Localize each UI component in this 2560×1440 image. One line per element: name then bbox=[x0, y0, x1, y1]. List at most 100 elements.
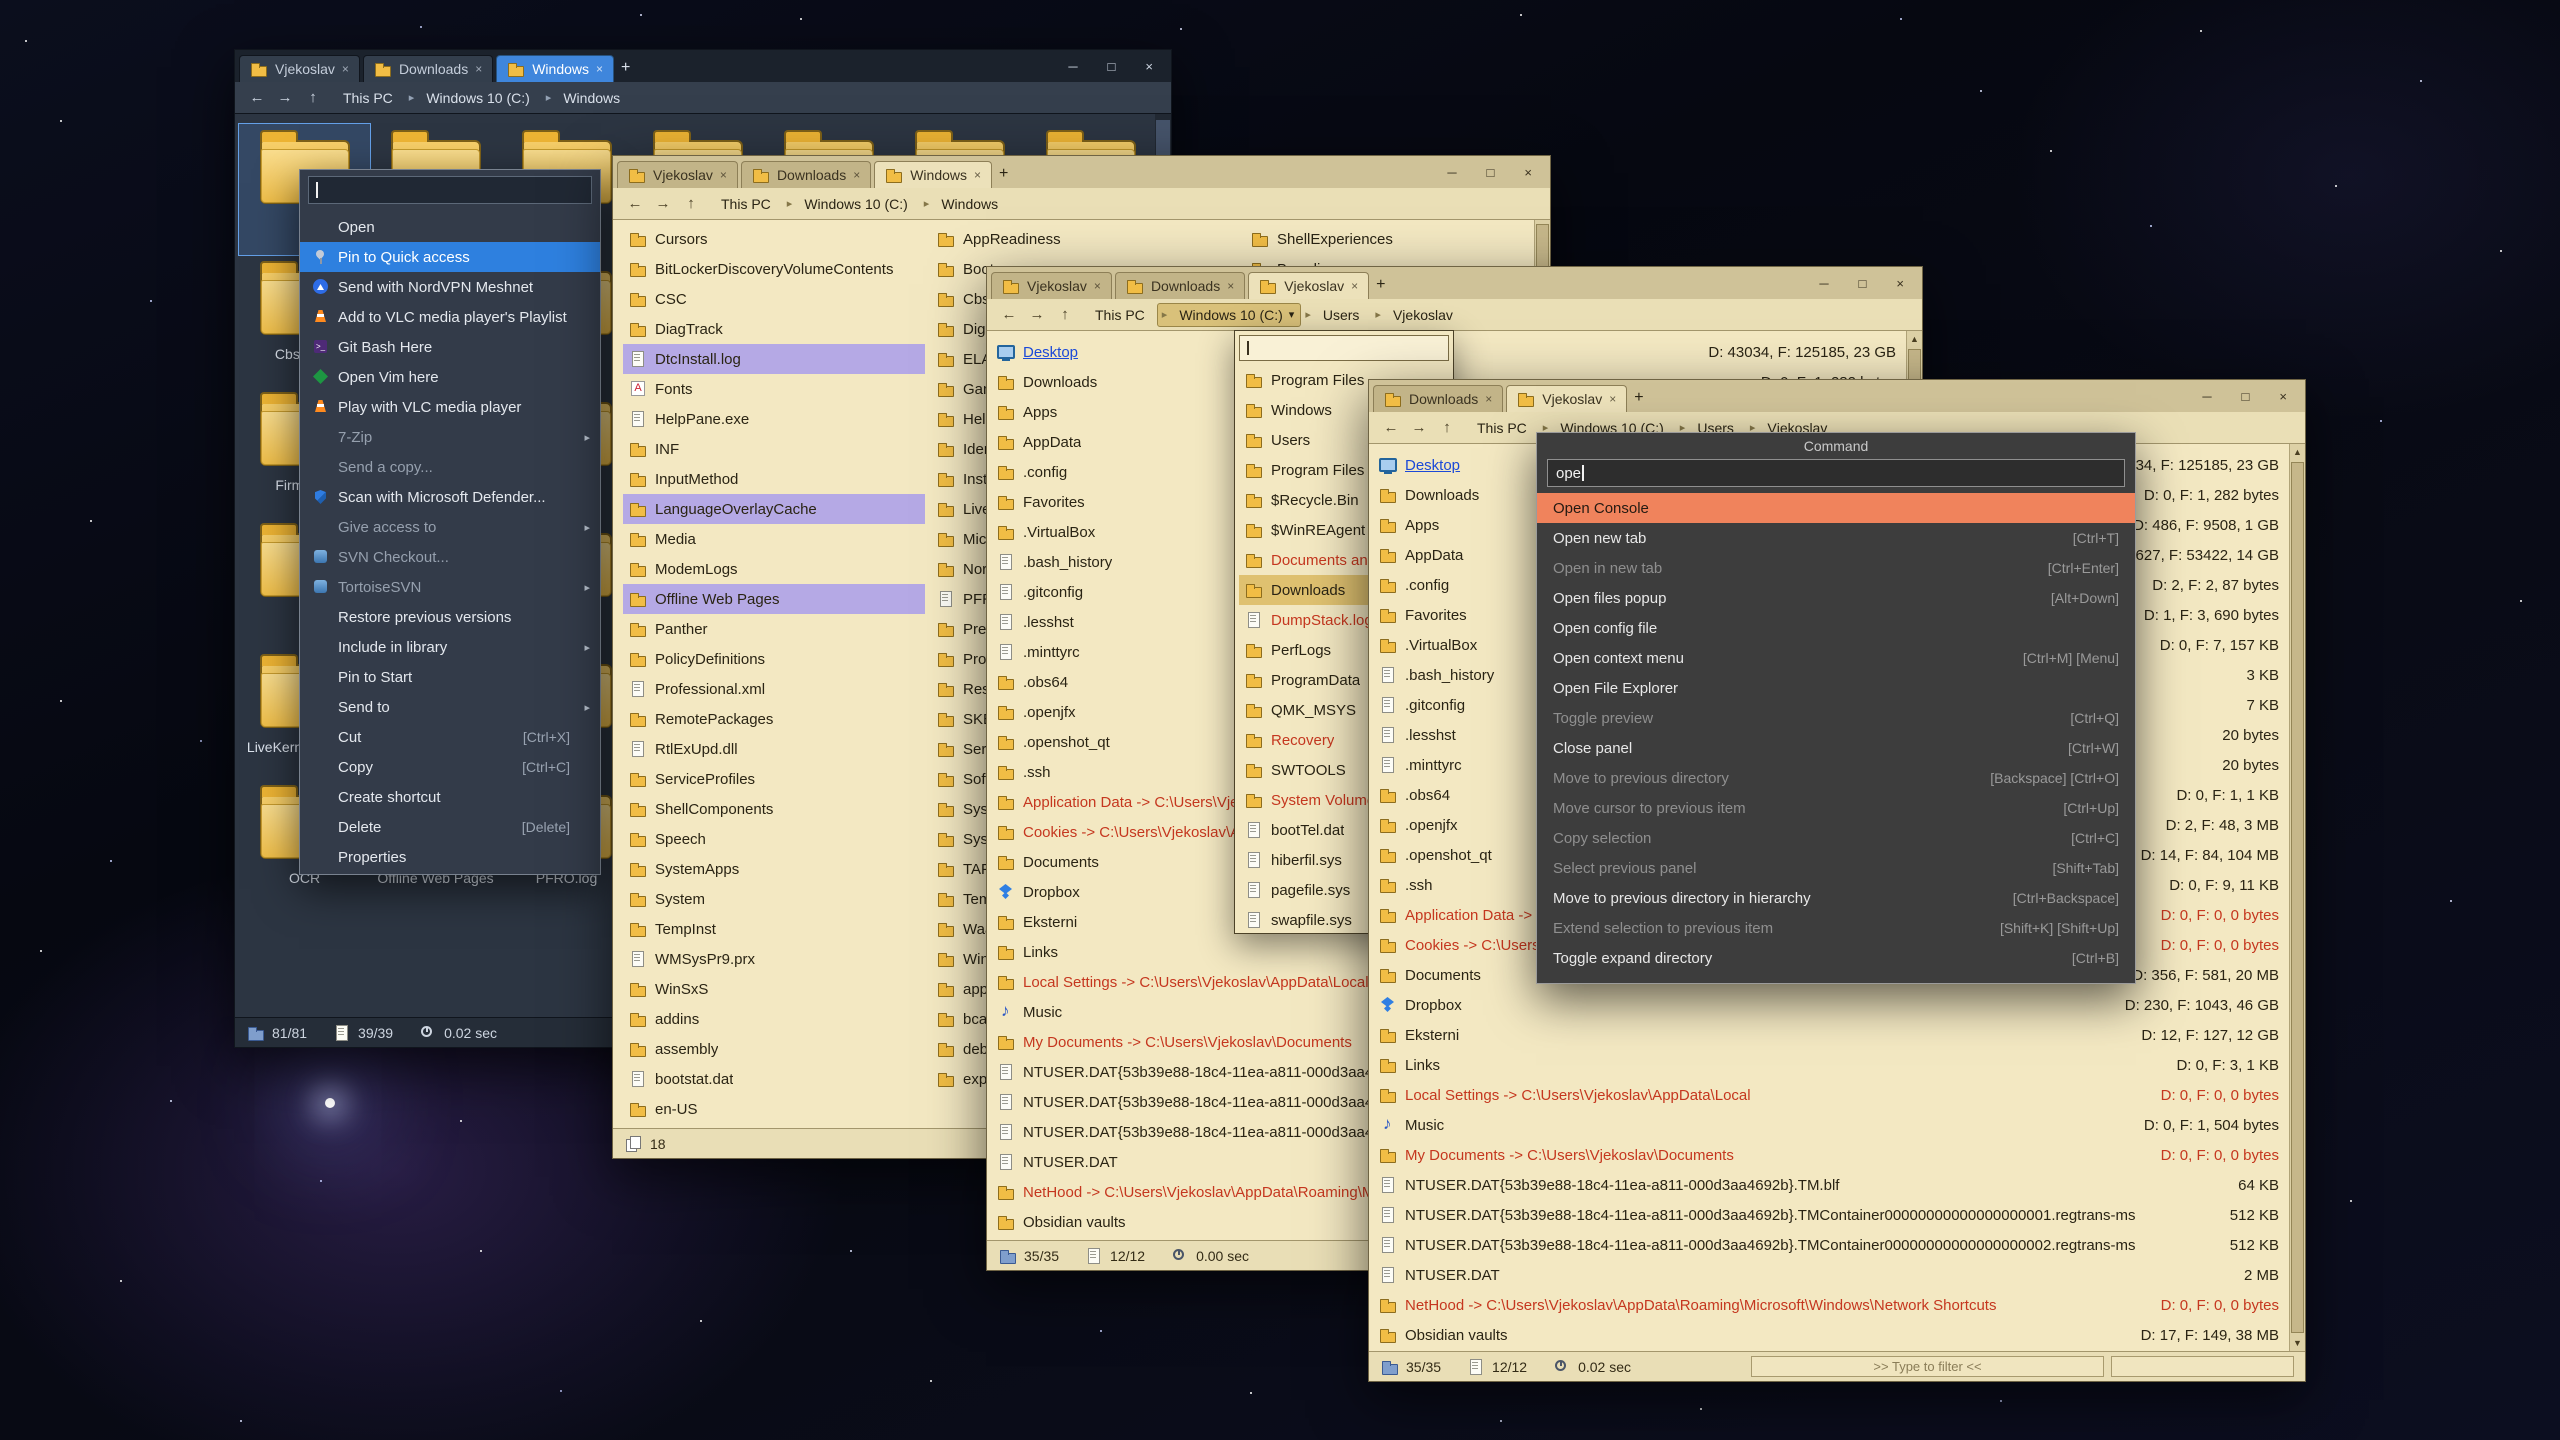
back-button[interactable]: ← bbox=[621, 192, 649, 216]
context-menu-item[interactable]: Open Vim here bbox=[300, 362, 600, 392]
file-row[interactable]: INF bbox=[623, 434, 925, 464]
file-row[interactable]: System bbox=[623, 884, 925, 914]
breadcrumb-segment[interactable]: This PC bbox=[1089, 304, 1157, 326]
up-button[interactable]: ↑ bbox=[1051, 303, 1079, 327]
file-row[interactable]: Media bbox=[623, 524, 925, 554]
command-item[interactable]: Move cursor to previous item [Ctrl+Up] bbox=[1537, 793, 2135, 823]
file-row[interactable]: Music D: 0, F: 1, 504 bytes bbox=[1369, 1110, 2305, 1140]
context-menu-item[interactable]: Restore previous versions bbox=[300, 602, 600, 632]
tab[interactable]: Vjekoslav bbox=[239, 55, 360, 82]
file-row[interactable]: Dropbox D: 230, F: 1043, 46 GB bbox=[1369, 990, 2305, 1020]
back-button[interactable]: ← bbox=[995, 303, 1023, 327]
tab-close-icon[interactable] bbox=[1094, 279, 1101, 293]
command-item[interactable]: Open in new tab [Ctrl+Enter] bbox=[1537, 553, 2135, 583]
breadcrumb-segment[interactable]: Windows 10 (C:) ▾ bbox=[1157, 303, 1302, 327]
breadcrumb-segment[interactable]: This PC bbox=[715, 193, 783, 215]
close-button[interactable]: × bbox=[2279, 389, 2287, 404]
file-row[interactable]: Fonts bbox=[623, 374, 925, 404]
minimize-button[interactable]: ─ bbox=[2202, 389, 2211, 404]
file-row[interactable]: Obsidian vaults D: 17, F: 149, 38 MB bbox=[1369, 1320, 2305, 1350]
forward-button[interactable]: → bbox=[1405, 416, 1433, 440]
context-menu-item[interactable]: TortoiseSVN ▸ bbox=[300, 572, 600, 602]
close-button[interactable]: × bbox=[1524, 165, 1532, 180]
file-row[interactable]: BitLockerDiscoveryVolumeContents bbox=[623, 254, 925, 284]
file-row[interactable]: RemotePackages bbox=[623, 704, 925, 734]
command-item[interactable]: Select previous panel [Shift+Tab] bbox=[1537, 853, 2135, 883]
context-menu-item[interactable]: Send to ▸ bbox=[300, 692, 600, 722]
context-menu-item[interactable]: Git Bash Here bbox=[300, 332, 600, 362]
close-button[interactable]: × bbox=[1145, 59, 1153, 74]
forward-button[interactable]: → bbox=[649, 192, 677, 216]
breadcrumb-segment[interactable]: This PC bbox=[1471, 417, 1539, 439]
file-row[interactable]: NTUSER.DAT 2 MB bbox=[1369, 1260, 2305, 1290]
tab[interactable]: Vjekoslav bbox=[617, 161, 738, 188]
file-row[interactable]: WMSysPr9.prx bbox=[623, 944, 925, 974]
type-to-filter-hint[interactable]: >> Type to filter << bbox=[1751, 1356, 2104, 1377]
back-button[interactable]: ← bbox=[1377, 416, 1405, 440]
file-row[interactable]: bootstat.dat bbox=[623, 1064, 925, 1094]
new-tab-button[interactable]: + bbox=[621, 60, 630, 76]
tab[interactable]: Downloads bbox=[741, 161, 871, 188]
file-row[interactable]: NTUSER.DAT{53b39e88-18c4-11ea-a811-000d3… bbox=[1369, 1170, 2305, 1200]
command-item[interactable]: Toggle expand directory [Ctrl+B] bbox=[1537, 943, 2135, 973]
command-item[interactable]: Open files popup [Alt+Down] bbox=[1537, 583, 2135, 613]
context-menu-item[interactable]: Cut [Ctrl+X] bbox=[300, 722, 600, 752]
context-menu-item[interactable]: Pin to Start bbox=[300, 662, 600, 692]
scrollbar-thumb[interactable] bbox=[2291, 462, 2304, 1333]
tab[interactable]: Downloads bbox=[363, 55, 493, 82]
context-menu-item[interactable]: Scan with Microsoft Defender... bbox=[300, 482, 600, 512]
context-menu-item[interactable]: Add to VLC media player's Playlist bbox=[300, 302, 600, 332]
file-row[interactable]: My Documents -> C:\Users\Vjekoslav\Docum… bbox=[1369, 1140, 2305, 1170]
vertical-scrollbar[interactable] bbox=[2289, 444, 2305, 1351]
tab-close-icon[interactable] bbox=[1485, 392, 1492, 406]
tab-close-icon[interactable] bbox=[596, 62, 603, 76]
scroll-up-icon[interactable] bbox=[1907, 331, 1922, 347]
new-tab-button[interactable]: + bbox=[999, 166, 1008, 182]
new-tab-button[interactable]: + bbox=[1634, 390, 1643, 406]
file-row[interactable]: Professional.xml bbox=[623, 674, 925, 704]
forward-button[interactable]: → bbox=[271, 86, 299, 110]
tab[interactable]: Vjekoslav bbox=[991, 272, 1112, 299]
command-item[interactable]: Move to previous directory in hierarchy … bbox=[1537, 883, 2135, 913]
file-row[interactable]: Offline Web Pages bbox=[623, 584, 925, 614]
up-button[interactable]: ↑ bbox=[299, 86, 327, 110]
breadcrumb-segment[interactable]: Windows 10 (C:) bbox=[783, 193, 920, 215]
breadcrumb-segment[interactable]: Windows bbox=[920, 193, 1010, 215]
file-row[interactable]: Desktop D: 43034, F: 125185, 23 GB bbox=[987, 337, 1922, 367]
breadcrumb-segment[interactable]: Windows bbox=[542, 87, 632, 109]
file-row[interactable]: addins bbox=[623, 1004, 925, 1034]
file-row[interactable]: RtlExUpd.dll bbox=[623, 734, 925, 764]
breadcrumb-segment[interactable]: Windows 10 (C:) bbox=[405, 87, 542, 109]
file-row[interactable]: CSC bbox=[623, 284, 925, 314]
file-row[interactable]: SystemApps bbox=[623, 854, 925, 884]
file-row[interactable]: HelpPane.exe bbox=[623, 404, 925, 434]
minimize-button[interactable]: ─ bbox=[1819, 276, 1828, 291]
file-row[interactable]: ModemLogs bbox=[623, 554, 925, 584]
maximize-button[interactable]: □ bbox=[2242, 389, 2250, 404]
breadcrumb-segment[interactable]: Users bbox=[1301, 304, 1371, 326]
tab-close-icon[interactable] bbox=[342, 62, 349, 76]
context-menu-filter-input[interactable] bbox=[308, 176, 592, 204]
command-item[interactable]: Open new tab [Ctrl+T] bbox=[1537, 523, 2135, 553]
context-menu-item[interactable]: Give access to ▸ bbox=[300, 512, 600, 542]
file-row[interactable]: InputMethod bbox=[623, 464, 925, 494]
context-menu-item[interactable]: Delete [Delete] bbox=[300, 812, 600, 842]
close-button[interactable]: × bbox=[1896, 276, 1904, 291]
maximize-button[interactable]: □ bbox=[1108, 59, 1116, 74]
command-item[interactable]: Open config file bbox=[1537, 613, 2135, 643]
file-row[interactable]: Cursors bbox=[623, 224, 925, 254]
tab-close-icon[interactable] bbox=[853, 168, 860, 182]
dropdown-filter-input[interactable] bbox=[1239, 335, 1449, 361]
tab[interactable]: Downloads bbox=[1373, 385, 1503, 412]
tab-bar[interactable]: Vjekoslav Downloads Windows bbox=[235, 50, 1171, 82]
tab[interactable]: Windows bbox=[496, 55, 614, 82]
tab-close-icon[interactable] bbox=[1227, 279, 1234, 293]
file-row[interactable]: LanguageOverlayCache bbox=[623, 494, 925, 524]
context-menu-item[interactable]: Open bbox=[300, 212, 600, 242]
maximize-button[interactable]: □ bbox=[1487, 165, 1495, 180]
file-row[interactable]: Local Settings -> C:\Users\Vjekoslav\App… bbox=[1369, 1080, 2305, 1110]
tab[interactable]: Vjekoslav bbox=[1506, 385, 1627, 412]
file-row[interactable]: Speech bbox=[623, 824, 925, 854]
file-row[interactable]: Eksterni D: 12, F: 127, 12 GB bbox=[1369, 1020, 2305, 1050]
context-menu-item[interactable]: Pin to Quick access bbox=[300, 242, 600, 272]
